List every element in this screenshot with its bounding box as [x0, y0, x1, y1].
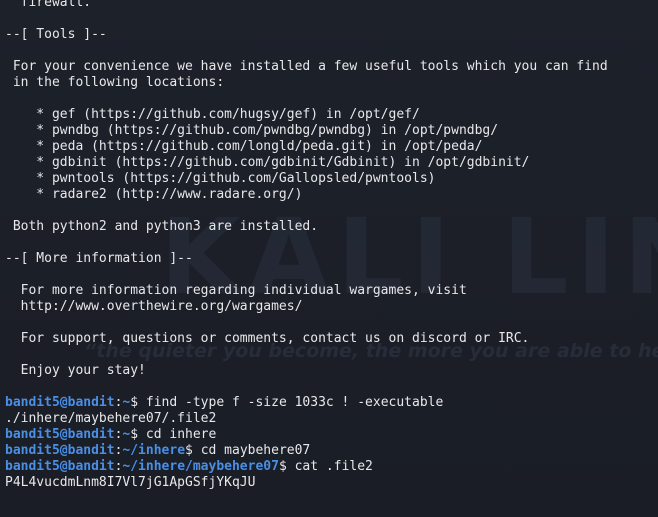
prompt-symbol: $	[185, 443, 201, 458]
command-line: bandit5@bandit:~$ cd inhere	[5, 427, 658, 443]
motd-line: Enjoy your stay!	[5, 363, 146, 378]
command-line: bandit5@bandit:~$ find -type f -size 103…	[5, 395, 658, 411]
command-line: bandit5@bandit:~/inhere$ cd maybehere07	[5, 443, 658, 459]
prompt-user: bandit5@bandit	[5, 443, 115, 458]
command-text: find -type f -size 1033c ! -executable	[145, 395, 444, 410]
prompt-user: bandit5@bandit	[5, 459, 115, 474]
command-line: bandit5@bandit:~/inhere/maybehere07$ cat…	[5, 459, 658, 475]
motd-line	[5, 91, 658, 107]
prompt-symbol: $	[130, 395, 146, 410]
prompt-symbol: $	[130, 427, 146, 442]
command-output: P4L4vucdmLnm8I7Vl7jG1ApGSfjYKqJU	[5, 475, 256, 490]
motd-line: --[ Tools ]--	[5, 27, 107, 42]
motd-line: For more information regarding individua…	[5, 283, 467, 298]
command-text: cd maybehere07	[200, 443, 311, 458]
motd-line	[5, 203, 658, 219]
motd-line: * gdbinit (https://github.com/gdbinit/Gd…	[5, 155, 530, 170]
motd-line: http://www.overthewire.org/wargames/	[5, 299, 303, 314]
motd-line	[5, 43, 658, 59]
prompt-symbol: $	[278, 459, 295, 474]
motd-line	[5, 235, 658, 251]
motd-line	[5, 11, 658, 27]
motd-line	[5, 347, 658, 363]
terminal-window[interactable]: KALI LINUX “the quieter you become, the …	[0, 0, 658, 517]
motd-line: --[ More information ]--	[5, 251, 193, 266]
motd-line: in the following locations:	[5, 75, 225, 90]
motd-line: * peda (https://github.com/longld/peda.g…	[5, 139, 483, 154]
command-text: cd inhere	[145, 427, 217, 442]
command-output: ./inhere/maybehere07/.file2	[5, 411, 217, 426]
motd-line	[5, 267, 658, 283]
motd-line: * pwndbg (https://github.com/pwndbg/pwnd…	[5, 123, 499, 138]
motd-line	[5, 379, 658, 395]
motd-line: firewall.	[5, 0, 92, 10]
motd-line: * radare2 (http://www.radare.org/)	[5, 187, 303, 202]
prompt-path: ~/inhere	[122, 443, 186, 458]
motd-line: * pwntools (https://github.com/Gallopsle…	[5, 171, 436, 186]
motd-line: For your convenience we have installed a…	[5, 59, 608, 74]
prompt-user: bandit5@bandit	[5, 427, 115, 442]
command-text: cat .file2	[294, 459, 373, 474]
motd-line: * gef (https://github.com/hugsy/gef) in …	[5, 107, 420, 122]
prompt-user: bandit5@bandit	[5, 395, 115, 410]
terminal-output: firewall. --[ Tools ]-- For your convenie…	[5, 0, 658, 491]
motd-line	[5, 315, 658, 331]
motd-line: For support, questions or comments, cont…	[5, 331, 530, 346]
motd-line: Both python2 and python3 are installed.	[5, 219, 319, 234]
prompt-path: ~/inhere/maybehere07	[122, 459, 279, 474]
